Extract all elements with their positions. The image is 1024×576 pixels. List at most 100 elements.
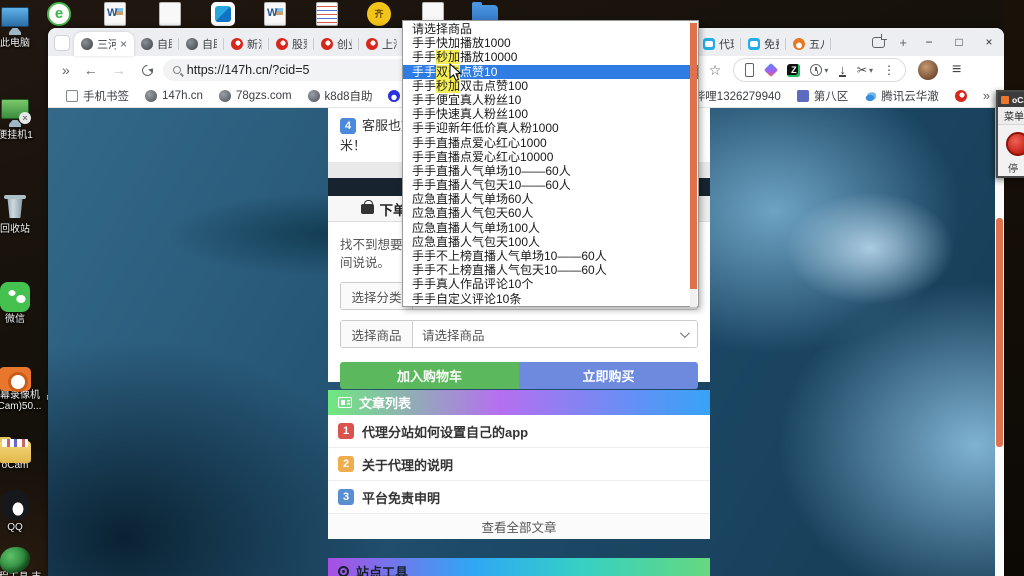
dropdown-option-14[interactable]: 应急直播人气包天60人 <box>403 206 698 220</box>
dropdown-option-12[interactable]: 手手直播人气包天10——60人 <box>403 178 698 192</box>
phone-icon[interactable] <box>745 63 754 77</box>
history-icon[interactable]: ▾ <box>806 64 832 76</box>
tab-1[interactable]: 三河× <box>74 32 134 56</box>
record-button[interactable] <box>1006 132 1024 156</box>
desktop-icon-label: 回收站 <box>0 224 46 235</box>
desktop-top-icon-doc[interactable] <box>155 2 185 28</box>
snip-icon[interactable]: ✂▾ <box>853 63 877 77</box>
desktop-top-icon-e-browser[interactable]: e <box>44 2 74 28</box>
desktop-icon-pc[interactable]: 此电脑 <box>0 6 46 49</box>
add-to-cart-button[interactable]: 加入购物车 <box>340 362 519 389</box>
url-text[interactable]: https://147h.cn/?cid=5 <box>187 63 310 77</box>
download-icon[interactable]: ↓ <box>839 64 846 77</box>
browser-menu-icon[interactable]: ≡ <box>944 61 969 79</box>
dropdown-option-13[interactable]: 应急直播人气单场60人 <box>403 192 698 206</box>
profile-avatar[interactable] <box>918 60 938 80</box>
dropdown-option-6[interactable]: 手手便宜真人粉丝10 <box>403 93 698 107</box>
tab-10[interactable]: 五八 <box>786 32 831 56</box>
kebab-menu-icon[interactable]: ⋮ <box>879 63 899 77</box>
reload-icon[interactable] <box>140 62 156 78</box>
bookmark-item-right-5[interactable] <box>947 90 975 102</box>
bookmark-item-left-3[interactable]: 78gzs.com <box>211 90 300 102</box>
dropdown-option-2[interactable]: 手手快加播放1000 <box>403 36 698 50</box>
word-icon <box>104 2 126 26</box>
desktop-icon-ocam-cam[interactable]: 屏幕录像机(oCam)50... <box>0 364 46 412</box>
weibo-favicon-icon <box>366 38 378 50</box>
globe-icon <box>308 90 320 102</box>
tab-group-icon[interactable] <box>872 37 885 48</box>
desktop-icon-label: QQ <box>0 522 46 533</box>
tab-3[interactable]: 自助 <box>179 32 224 56</box>
tab-close-icon[interactable]: × <box>120 38 127 50</box>
ocam-menu-button[interactable]: 菜单 <box>998 107 1024 125</box>
desktop-icon-pc-green[interactable]: ×便挂机1 <box>0 98 46 141</box>
desktop-icon-recycle[interactable]: 回收站 <box>0 192 46 235</box>
dropdown-option-4[interactable]: 手手双击点赞10 <box>403 65 698 79</box>
desktop-top-icon-qibang[interactable]: 齐 <box>364 2 394 28</box>
dropdown-option-17[interactable]: 手手不上榜直播人气单场10——60人 <box>403 249 698 263</box>
bookmark-item-left-2[interactable]: 147h.cn <box>137 90 211 102</box>
desktop-icon-plant[interactable]: 远程工具 支 <box>0 544 46 576</box>
dropdown-scrollbar-thumb[interactable] <box>690 23 697 289</box>
bookmark-star-icon[interactable]: ☆ <box>703 62 728 79</box>
dropdown-option-20[interactable]: 手手自定义评论10条 <box>403 292 698 306</box>
extensions-chevron-icon[interactable]: » <box>56 62 76 78</box>
dropdown-option-10[interactable]: 手手直播点爱心红心10000 <box>403 150 698 164</box>
desktop-icon-wechat[interactable]: 微信 <box>0 282 46 325</box>
desktop-top-icon-word[interactable] <box>100 2 130 28</box>
desktop-top-icon-word[interactable] <box>260 2 290 28</box>
z-extension-icon[interactable]: Z <box>787 64 800 77</box>
bookmark-item-left-1[interactable]: 手机书签 <box>58 88 137 104</box>
dropdown-option-5[interactable]: 手手秒加双击点赞100 <box>403 79 698 93</box>
desktop-top-icon-blue-app[interactable] <box>208 2 238 28</box>
dropdown-option-7[interactable]: 手手快速真人粉丝100 <box>403 107 698 121</box>
dropdown-option-15[interactable]: 应急直播人气单场100人 <box>403 221 698 235</box>
dropdown-option-8[interactable]: 手手迎新年低价真人粉1000 <box>403 121 698 135</box>
page-scrollbar[interactable] <box>995 108 1004 576</box>
back-icon[interactable]: ← <box>78 62 104 78</box>
close-button[interactable]: × <box>974 28 1004 56</box>
tab-strip-leading-button[interactable] <box>54 35 70 51</box>
product-select[interactable]: 请选择商品 <box>413 321 697 347</box>
bookmark-item-right-4[interactable]: 腾讯云华澈 <box>856 88 947 104</box>
ocam-title-bar[interactable]: oCam <box>998 92 1024 107</box>
tab-7[interactable]: 上海 <box>359 32 404 56</box>
dropdown-option-9[interactable]: 手手直播点爱心红心1000 <box>403 136 698 150</box>
dropdown-option-18[interactable]: 手手不上榜直播人气包天10——60人 <box>403 263 698 277</box>
desktop-top-icon-text-doc[interactable] <box>312 2 342 28</box>
bookmarks-overflow-icon[interactable]: » <box>975 88 994 103</box>
tab-5[interactable]: 股票 <box>269 32 314 56</box>
bookmark-item-left-4[interactable]: k8d8自助 <box>300 88 381 104</box>
site-tools-header: 站点工具 <box>328 558 710 576</box>
tab-4[interactable]: 新浪 <box>224 32 269 56</box>
announcement-number-badge: 4 <box>340 118 356 134</box>
desktop-icon-folder[interactable]: oCam <box>0 436 46 471</box>
article-item-2[interactable]: 2关于代理的说明 <box>328 448 710 481</box>
dropdown-scrollbar[interactable] <box>690 22 697 307</box>
view-all-articles-button[interactable]: 查看全部文章 <box>328 514 710 539</box>
dropdown-option-1[interactable]: 请选择商品 <box>403 22 698 36</box>
buy-now-button[interactable]: 立即购买 <box>519 362 698 389</box>
desktop: e 齐 此电脑 ×便挂机1 回收站微信屏幕录像机(oCam)50... oCam QQ 远程… <box>0 0 1024 576</box>
gemini-sparkle-icon[interactable] <box>764 63 778 77</box>
page-scrollbar-thumb[interactable] <box>996 218 1003 447</box>
desktop-icon-qq[interactable]: QQ <box>0 490 46 533</box>
tab-6[interactable]: 创业 <box>314 32 359 56</box>
tab-9[interactable]: 免费 <box>741 32 786 56</box>
dropdown-option-19[interactable]: 手手真人作品评论10个 <box>403 277 698 291</box>
product-select-group: 选择商品 请选择商品 <box>340 320 698 348</box>
tab-8[interactable]: 代理 <box>696 32 741 56</box>
dropdown-option-16[interactable]: 应急直播人气包天100人 <box>403 235 698 249</box>
recycle-icon <box>0 192 32 222</box>
article-item-1[interactable]: 1代理分站如何设置自己的app <box>328 415 710 448</box>
article-item-3[interactable]: 3平台免责申明 <box>328 481 710 514</box>
article-rows: 1代理分站如何设置自己的app2关于代理的说明3平台免责申明 <box>328 415 710 514</box>
minimize-button[interactable]: − <box>914 28 944 56</box>
dropdown-option-3[interactable]: 手手秒加播放10000 <box>403 50 698 64</box>
new-tab-button[interactable]: + <box>892 35 914 50</box>
article-list-card: 文章列表 1代理分站如何设置自己的app2关于代理的说明3平台免责申明 查看全部… <box>328 390 710 539</box>
tab-2[interactable]: 自助 <box>134 32 179 56</box>
bookmark-item-right-3[interactable]: 第八区 <box>789 88 857 104</box>
maximize-button[interactable]: □ <box>944 28 974 56</box>
dropdown-option-11[interactable]: 手手直播人气单场10——60人 <box>403 164 698 178</box>
